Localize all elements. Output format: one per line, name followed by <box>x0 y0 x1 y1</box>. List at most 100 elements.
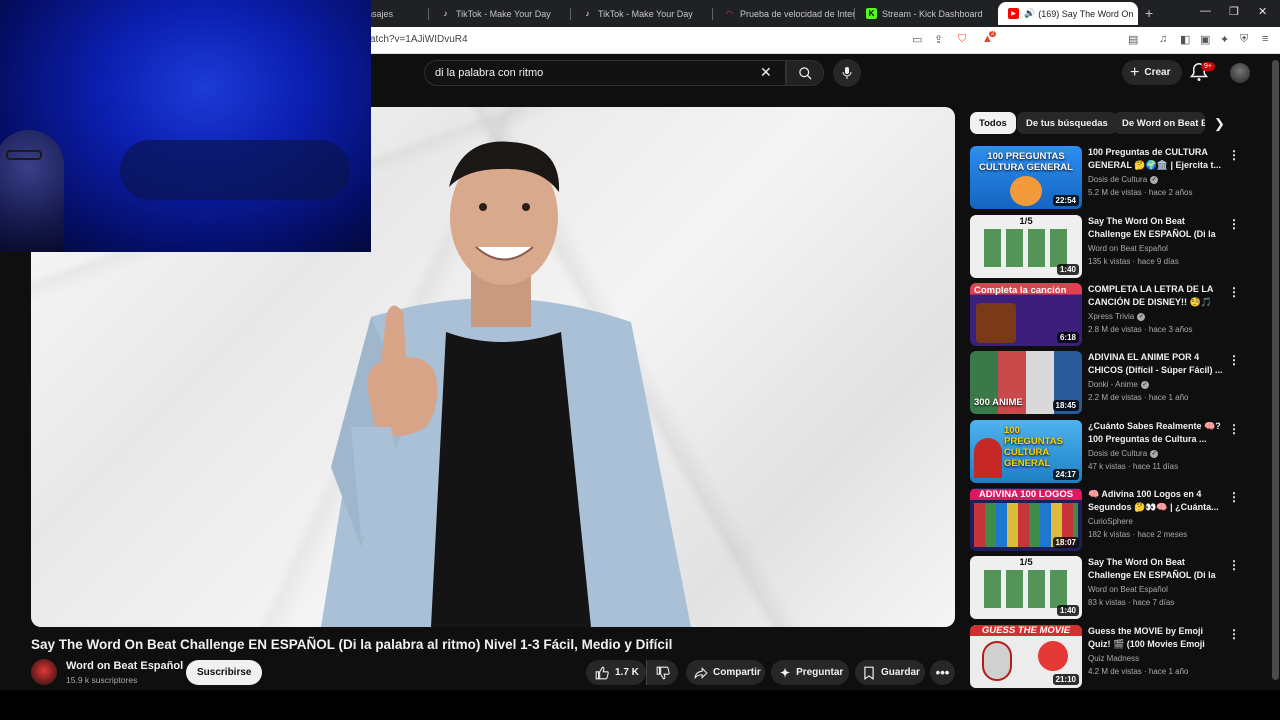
video-thumbnail[interactable]: 1/5 1:40 <box>970 215 1082 278</box>
search-input[interactable]: di la palabra con ritmo <box>424 60 786 86</box>
save-button[interactable]: Guardar <box>855 660 925 685</box>
more-vertical-icon[interactable]: ⋮ <box>1228 422 1240 436</box>
glasses-icon <box>6 150 42 160</box>
recommended-video[interactable]: ADIVINA 100 LOGOS 18:07 🧠 Adivina 100 Lo… <box>970 488 1250 552</box>
leo-ai-icon[interactable]: ✦ <box>1220 33 1229 46</box>
media-icon[interactable]: ♫ <box>1159 33 1167 45</box>
search-button[interactable] <box>786 60 824 86</box>
duration-badge: 6:18 <box>1056 332 1079 343</box>
video-thumbnail[interactable]: 300 ANIME 18:45 <box>970 351 1082 414</box>
thumbnail-text: 1/5 <box>1019 557 1033 568</box>
subscribe-button[interactable]: Suscribirse <box>186 660 263 685</box>
create-label: Crear <box>1144 67 1171 78</box>
reader-mode-icon[interactable]: ▤ <box>1128 33 1138 46</box>
recommended-video[interactable]: Completa la canción 6:18 COMPLETA LA LET… <box>970 283 1250 347</box>
chevron-right-icon[interactable]: ❯ <box>1214 116 1225 132</box>
more-horizontal-icon: ••• <box>935 665 950 680</box>
video-thumbnail[interactable]: 100 PREGUNTAS CULTURA GENERAL 24:17 <box>970 420 1082 483</box>
url-text[interactable]: atch?v=1AJiWIDvuR4 <box>370 34 468 45</box>
channel-name[interactable]: Word on Beat Español <box>66 660 183 672</box>
more-vertical-icon[interactable]: ⋮ <box>1228 217 1240 231</box>
recommended-title: ADIVINA EL ANIME POR 4 CHICOS (Difícil -… <box>1088 352 1223 375</box>
sidebar-icon[interactable]: ◧ <box>1180 33 1190 46</box>
chip-de-word-on-beat[interactable]: De Word on Beat Es <box>1113 112 1205 134</box>
wallet-icon[interactable]: ▣ <box>1200 33 1210 46</box>
video-thumbnail[interactable]: GUESS THE MOVIE 21:10 <box>970 625 1082 688</box>
video-title: Say The Word On Beat Challenge EN ESPAÑO… <box>31 637 673 652</box>
thumbnail-text: 100 PREGUNTAS CULTURA GENERAL <box>1004 425 1063 469</box>
new-tab-button[interactable]: + <box>1145 5 1153 21</box>
youtube-icon: ▶ <box>1008 8 1019 19</box>
recommended-video[interactable]: 100 PREGUNTAS CULTURA GENERAL 24:17 ¿Cuá… <box>970 420 1250 484</box>
tab-youtube-active[interactable]: ▶ 🔊 (169) Say The Word On ✕ <box>998 2 1138 25</box>
more-actions-button[interactable]: ••• <box>930 660 955 685</box>
recommended-video[interactable]: 300 ANIME 18:45 ADIVINA EL ANIME POR 4 C… <box>970 351 1250 415</box>
menu-icon[interactable]: ≡ <box>1262 33 1268 45</box>
plus-icon: + <box>1130 63 1140 81</box>
thumbnail-text: 100 PREGUNTAS CULTURA GENERAL <box>979 151 1073 173</box>
microphone-icon <box>842 67 852 79</box>
tab-label: TikTok - Make Your Day <box>598 8 693 19</box>
verified-icon: ✓ <box>1150 449 1159 458</box>
restore-icon[interactable]: ❐ <box>1229 5 1239 18</box>
tab-tiktok-1[interactable]: ♪ TikTok - Make Your Day <box>430 2 570 25</box>
recommended-video[interactable]: 1/5 1:40 Say The Word On Beat Challenge … <box>970 215 1250 279</box>
more-vertical-icon[interactable]: ⋮ <box>1228 627 1240 641</box>
dislike-button[interactable] <box>646 660 678 685</box>
recommended-channel: Dosis de Cultura ✓ <box>1088 449 1159 458</box>
recommended-meta: 2.8 M de vistas · hace 3 años <box>1088 325 1193 334</box>
recommended-channel: Donki - Anime ✓ <box>1088 380 1149 389</box>
more-vertical-icon[interactable]: ⋮ <box>1228 353 1240 367</box>
duration-badge: 22:54 <box>1052 195 1079 206</box>
recommended-video[interactable]: 100 PREGUNTAS CULTURA GENERAL 22:54 100 … <box>970 146 1250 210</box>
recommended-channel: Word on Beat Español <box>1088 244 1168 253</box>
recommended-video[interactable]: 1/5 1:40 Say The Word On Beat Challenge … <box>970 556 1250 620</box>
voice-search-button[interactable] <box>833 59 861 87</box>
minimize-icon[interactable]: — <box>1200 5 1211 17</box>
ask-button[interactable]: ✦ Preguntar <box>771 660 849 685</box>
verified-icon: ✓ <box>1150 175 1159 184</box>
account-avatar[interactable] <box>1230 63 1250 83</box>
chip-todos[interactable]: Todos <box>970 112 1016 134</box>
tab-label: TikTok - Make Your Day <box>456 8 551 19</box>
extension-badge: 2 <box>989 31 997 37</box>
recommended-video[interactable]: GUESS THE MOVIE 21:10 Guess the MOVIE by… <box>970 625 1250 689</box>
tab-tiktok-2[interactable]: ♪ TikTok - Make Your Day <box>572 2 712 25</box>
video-thumbnail[interactable]: 100 PREGUNTAS CULTURA GENERAL 22:54 <box>970 146 1082 209</box>
speedtest-icon: ◠ <box>726 9 733 18</box>
share-icon[interactable]: ⇪ <box>934 33 943 46</box>
tab-label: (169) Say The Word On <box>1038 8 1134 19</box>
thumbs-up-icon <box>595 666 609 679</box>
video-thumbnail[interactable]: 1/5 1:40 <box>970 556 1082 619</box>
share-arrow-icon <box>694 666 708 679</box>
thumbnail-text: 1/5 <box>1019 216 1033 227</box>
recommended-meta: 182 k vistas · hace 2 meses <box>1088 530 1188 539</box>
vpn-icon[interactable]: ⛨ <box>1240 33 1248 46</box>
cast-icon[interactable]: ▭ <box>912 33 922 46</box>
channel-avatar[interactable] <box>31 659 57 685</box>
recommended-meta: 47 k vistas · hace 11 días <box>1088 462 1179 471</box>
chip-de-tus-busquedas[interactable]: De tus búsquedas <box>1017 112 1117 134</box>
more-vertical-icon[interactable]: ⋮ <box>1228 558 1240 572</box>
close-tab-icon[interactable]: ✕ <box>1133 8 1138 19</box>
thumbnail-text: GUESS THE MOVIE <box>970 625 1082 636</box>
close-window-icon[interactable]: ✕ <box>1258 5 1267 18</box>
webcam-overlay <box>0 0 371 252</box>
video-thumbnail[interactable]: Completa la canción 6:18 <box>970 283 1082 346</box>
tab-speedtest[interactable]: ◠ Prueba de velocidad de Intern <box>714 2 854 25</box>
character-icon <box>974 438 1002 478</box>
like-button[interactable]: 1.7 K <box>586 660 646 685</box>
clear-search-icon[interactable]: ✕ <box>760 64 772 81</box>
recommended-channel: Word on Beat Español <box>1088 585 1168 594</box>
more-vertical-icon[interactable]: ⋮ <box>1228 490 1240 504</box>
brave-shield-icon[interactable]: ⛉ <box>958 33 966 46</box>
recommended-meta: 4.2 M de vistas · hace 1 año <box>1088 667 1189 676</box>
more-vertical-icon[interactable]: ⋮ <box>1228 285 1240 299</box>
tab-kick[interactable]: K Stream - Kick Dashboard <box>856 2 996 25</box>
recommended-title: ¿Cuánto Sabes Realmente 🧠? 100 Preguntas… <box>1088 421 1221 444</box>
share-button[interactable]: Compartir <box>686 660 765 685</box>
video-thumbnail[interactable]: ADIVINA 100 LOGOS 18:07 <box>970 488 1082 551</box>
more-vertical-icon[interactable]: ⋮ <box>1228 148 1240 162</box>
create-button[interactable]: + Crear <box>1122 60 1183 85</box>
scrollbar-thumb[interactable] <box>1272 60 1279 680</box>
